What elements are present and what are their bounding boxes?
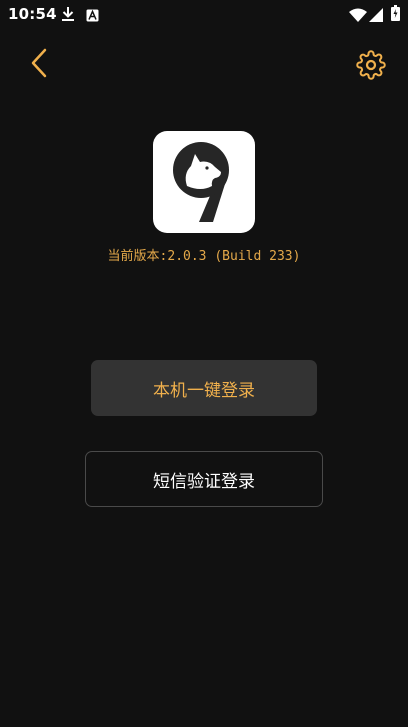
status-bar: 10:54 bbox=[0, 0, 408, 28]
keyboard-a-icon bbox=[86, 7, 99, 26]
back-button[interactable] bbox=[24, 46, 54, 80]
version-text: 当前版本:2.0.3 (Build 233) bbox=[107, 249, 301, 264]
app-logo bbox=[153, 131, 255, 233]
settings-button[interactable] bbox=[354, 48, 388, 82]
nine-dog-logo-icon bbox=[173, 142, 229, 222]
status-time: 10:54 bbox=[8, 5, 57, 23]
one-click-login-button[interactable]: 本机一键登录 bbox=[91, 360, 317, 416]
battery-icon bbox=[391, 5, 400, 25]
download-icon bbox=[61, 6, 75, 26]
sms-login-label: 短信验证登录 bbox=[153, 471, 255, 492]
cellular-signal-icon bbox=[369, 7, 383, 26]
sms-login-button[interactable]: 短信验证登录 bbox=[85, 451, 323, 507]
one-click-login-label: 本机一键登录 bbox=[153, 380, 255, 401]
gear-icon bbox=[356, 50, 386, 80]
wifi-icon bbox=[349, 7, 367, 26]
chevron-left-icon bbox=[31, 48, 47, 78]
